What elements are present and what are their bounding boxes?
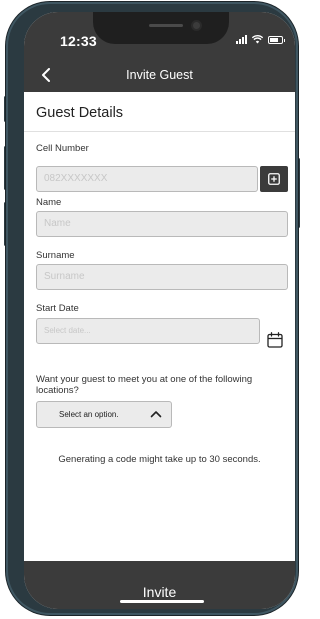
section-header: Guest Details (24, 92, 295, 132)
invite-button[interactable]: Invite (24, 584, 295, 600)
plus-square-icon (268, 173, 280, 185)
start-date-label: Start Date (36, 303, 79, 314)
location-select[interactable]: Select an option. (36, 401, 172, 428)
navigation-bar: Invite Guest (24, 58, 295, 92)
add-contact-button[interactable] (260, 166, 288, 192)
start-date-input[interactable]: Select date... (36, 318, 260, 344)
name-input[interactable]: Name (36, 211, 288, 237)
notch (93, 12, 229, 44)
section-title: Guest Details (36, 105, 124, 121)
front-camera (191, 20, 202, 31)
calendar-icon[interactable] (267, 332, 283, 348)
code-generation-notice: Generating a code might take up to 30 se… (58, 454, 261, 465)
chevron-up-icon (150, 411, 162, 418)
surname-label: Surname (36, 250, 75, 261)
location-question: Want your guest to meet you at one of th… (36, 374, 253, 396)
wifi-icon (252, 35, 263, 44)
phone-frame: 12:33 Invite Guest Guest Details Cell Nu… (6, 2, 298, 615)
name-placeholder: Name (44, 218, 71, 229)
surname-placeholder: Surname (44, 271, 85, 282)
cell-number-placeholder: 082XXXXXXX (44, 173, 108, 184)
location-select-value: Select an option. (59, 410, 119, 419)
status-icons (236, 35, 285, 44)
home-indicator (120, 600, 204, 603)
surname-input[interactable]: Surname (36, 264, 288, 290)
name-label: Name (36, 197, 62, 208)
start-date-placeholder: Select date... (44, 326, 91, 335)
page-title: Invite Guest (126, 68, 193, 82)
phone-screen: 12:33 Invite Guest Guest Details Cell Nu… (24, 12, 295, 609)
cell-number-label: Cell Number (36, 143, 89, 154)
signal-icon (236, 35, 247, 44)
speaker-grille (149, 24, 183, 27)
cell-number-input[interactable]: 082XXXXXXX (36, 166, 258, 192)
status-time: 12:33 (60, 33, 97, 49)
battery-icon (268, 35, 285, 44)
status-bar: 12:33 (24, 12, 295, 58)
